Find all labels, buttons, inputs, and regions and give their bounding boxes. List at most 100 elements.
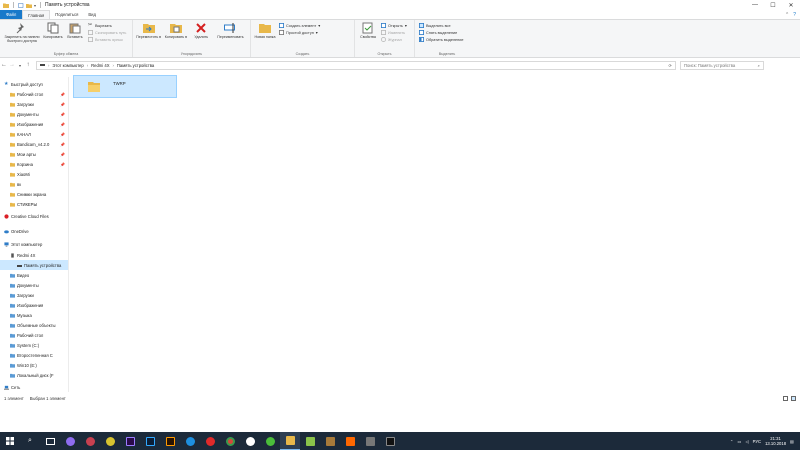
nav-this-pc-item[interactable]: System (C:) bbox=[10, 340, 68, 350]
notifications-icon[interactable]: ▤ bbox=[790, 439, 794, 444]
forward-button[interactable]: → bbox=[8, 62, 16, 68]
edit-button[interactable]: Изменить bbox=[381, 30, 407, 35]
chevron-up-icon[interactable]: ⌃ bbox=[730, 439, 734, 444]
nav-this-pc[interactable]: Этот компьютер bbox=[4, 239, 68, 249]
photoshop-icon bbox=[145, 436, 155, 446]
dropdown-icon[interactable]: ▾ bbox=[34, 3, 36, 8]
recent-locations-button[interactable]: ▾ bbox=[16, 63, 24, 68]
back-button[interactable]: ← bbox=[0, 62, 8, 68]
taskbar-store[interactable] bbox=[320, 432, 340, 450]
properties-icon[interactable] bbox=[18, 2, 24, 8]
nav-this-pc-item[interactable]: Документы bbox=[10, 280, 68, 290]
cortana-button[interactable] bbox=[60, 432, 80, 450]
pin-icon: 📌 bbox=[60, 161, 65, 167]
nav-quick-access-item[interactable]: Корзина 📌 bbox=[10, 159, 68, 169]
tab-view[interactable]: Вид bbox=[83, 10, 101, 19]
pin-icon: 📌 bbox=[60, 121, 65, 127]
taskbar-premiere[interactable] bbox=[120, 432, 140, 450]
search-taskbar-button[interactable]: ⌕ bbox=[20, 432, 40, 450]
taskbar-app-2[interactable] bbox=[100, 432, 120, 450]
nav-this-pc-item[interactable]: Win10 (E:) bbox=[10, 360, 68, 370]
nav-this-pc-item[interactable]: Изображения bbox=[10, 300, 68, 310]
nav-redmi-device[interactable]: Redmi 4X bbox=[10, 250, 68, 260]
taskbar-mi[interactable] bbox=[340, 432, 360, 450]
folder-item[interactable]: TWRP bbox=[73, 75, 177, 98]
nav-quick-access-item[interactable]: Снимки экрана bbox=[10, 189, 68, 199]
select-all-button[interactable]: Выделить все bbox=[419, 23, 464, 28]
new-folder-icon[interactable] bbox=[26, 3, 32, 8]
nav-network[interactable]: Сеть bbox=[4, 382, 68, 392]
nav-quick-access-item[interactable]: Bandicam_v4.2.0 📌 bbox=[10, 139, 68, 149]
nav-quick-access-item[interactable]: Мои арты 📌 bbox=[10, 149, 68, 159]
taskbar-app-4[interactable] bbox=[300, 432, 320, 450]
taskbar-yandex[interactable] bbox=[240, 432, 260, 450]
help-icon[interactable]: ? bbox=[793, 12, 796, 18]
nav-this-pc-item[interactable]: Видео bbox=[10, 270, 68, 280]
nav-creative-cloud[interactable]: Creative Cloud Files bbox=[4, 211, 68, 221]
cut-button[interactable]: ✂ Вырезать bbox=[88, 23, 126, 28]
maximize-button[interactable]: ☐ bbox=[764, 0, 782, 10]
breadcrumb-device[interactable]: Redmi 4X bbox=[91, 63, 109, 68]
nav-this-pc-item[interactable]: Загрузки bbox=[10, 290, 68, 300]
nav-this-pc-item[interactable]: Объемные объекты bbox=[10, 320, 68, 330]
taskbar-opera[interactable] bbox=[200, 432, 220, 450]
taskbar-explorer[interactable] bbox=[280, 432, 300, 450]
collapse-ribbon-icon[interactable]: ⌃ bbox=[785, 12, 789, 18]
breadcrumb-this-pc[interactable]: Этот компьютер bbox=[52, 63, 83, 68]
taskbar-edge[interactable] bbox=[180, 432, 200, 450]
taskbar-terminal[interactable] bbox=[380, 432, 400, 450]
search-input[interactable]: Поиск: Память устройства ⌕ bbox=[680, 60, 764, 70]
taskbar-app-3[interactable] bbox=[260, 432, 280, 450]
easy-access-button[interactable]: Простой доступ ▾ bbox=[279, 30, 320, 35]
nav-quick-access-item[interactable]: Загрузки 📌 bbox=[10, 99, 68, 109]
taskbar-chrome[interactable] bbox=[220, 432, 240, 450]
new-item-button[interactable]: Создать элемент ▾ bbox=[279, 23, 320, 28]
folder-icon bbox=[10, 202, 15, 207]
nav-onedrive[interactable]: OneDrive bbox=[4, 226, 68, 236]
nav-quick-access-item[interactable]: XiaoMi bbox=[10, 169, 68, 179]
nav-quick-access-item[interactable]: вк bbox=[10, 179, 68, 189]
history-button[interactable]: Журнал bbox=[381, 37, 407, 42]
paste-shortcut-button[interactable]: Вставить ярлык bbox=[88, 37, 126, 42]
nav-quick-access-item[interactable]: Документы 📌 bbox=[10, 109, 68, 119]
nav-quick-access-item[interactable]: КАНАЛ 📌 bbox=[10, 129, 68, 139]
volume-icon[interactable]: ◁ bbox=[745, 439, 748, 444]
nav-this-pc-item[interactable]: Музыка bbox=[10, 310, 68, 320]
nav-device-storage[interactable]: Память устройства bbox=[0, 260, 68, 270]
tab-file[interactable]: Файл bbox=[0, 10, 23, 19]
library-folder-icon bbox=[10, 303, 15, 308]
clock[interactable]: 21:31 13.10.2018 bbox=[765, 436, 786, 446]
tab-share[interactable]: Поделиться bbox=[50, 10, 83, 19]
taskbar-photoshop[interactable] bbox=[140, 432, 160, 450]
details-view-icon[interactable] bbox=[783, 395, 788, 401]
nav-quick-access-item[interactable]: СТИКЕРЫ bbox=[10, 199, 68, 209]
network-icon[interactable]: ▭ bbox=[737, 439, 741, 444]
nav-this-pc-item[interactable]: Второстепенная С bbox=[10, 350, 68, 360]
nav-this-pc-item[interactable]: Рабочий стол bbox=[10, 330, 68, 340]
taskbar-app-5[interactable] bbox=[360, 432, 380, 450]
taskbar-illustrator[interactable] bbox=[160, 432, 180, 450]
taskbar-app-1[interactable] bbox=[80, 432, 100, 450]
language-indicator[interactable]: РУС bbox=[753, 439, 761, 444]
task-view-button[interactable] bbox=[40, 432, 60, 450]
minimize-button[interactable]: — bbox=[746, 0, 764, 10]
address-bar[interactable]: › Этот компьютер › Redmi 4X › Память уст… bbox=[36, 60, 676, 70]
refresh-icon[interactable]: ⟳ bbox=[668, 63, 672, 68]
system-tray: ⌃ ▭ ◁ РУС 21:31 13.10.2018 ▤ bbox=[730, 436, 800, 446]
open-button[interactable]: Открыть ▾ bbox=[381, 23, 407, 28]
start-button[interactable] bbox=[0, 432, 20, 450]
up-button[interactable]: ↑ bbox=[24, 62, 32, 68]
nav-quick-access[interactable]: ★ Быстрый доступ bbox=[4, 79, 68, 89]
nav-quick-access-item[interactable]: Рабочий стол 📌 bbox=[10, 89, 68, 99]
history-icon bbox=[381, 37, 386, 42]
nav-this-pc-item[interactable]: Локальный диск (F bbox=[10, 370, 68, 380]
nav-label: Второстепенная С bbox=[17, 352, 53, 358]
copy-path-button[interactable]: Скопировать путь bbox=[88, 30, 126, 35]
nav-quick-access-item[interactable]: Изображения 📌 bbox=[10, 119, 68, 129]
breadcrumb-device-storage[interactable]: Память устройства bbox=[117, 63, 154, 68]
select-none-button[interactable]: Снять выделение bbox=[419, 30, 464, 35]
close-button[interactable]: ✕ bbox=[782, 0, 800, 10]
tab-home[interactable]: Главная bbox=[22, 10, 51, 19]
invert-selection-button[interactable]: Обратить выделение bbox=[419, 37, 464, 42]
large-icons-view-icon[interactable] bbox=[791, 395, 796, 401]
